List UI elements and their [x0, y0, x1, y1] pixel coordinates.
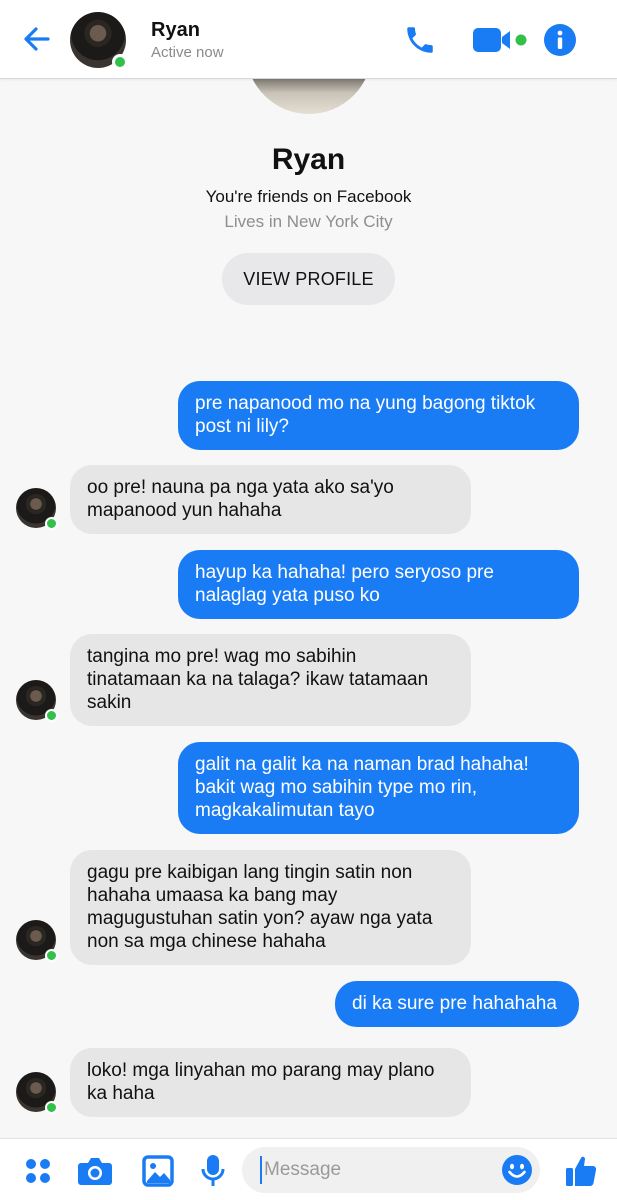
thumbs-up-icon	[566, 1156, 597, 1186]
info-button[interactable]	[540, 20, 580, 60]
sender-avatar[interactable]	[16, 920, 58, 962]
outgoing-message[interactable]: galit na galit ka na naman brad hahaha! …	[178, 742, 579, 834]
video-camera-icon	[473, 28, 527, 52]
video-call-button[interactable]	[470, 20, 530, 60]
contact-name[interactable]: Ryan	[151, 19, 200, 42]
composer-bar	[0, 1138, 617, 1200]
microphone-icon	[201, 1155, 225, 1186]
apps-button[interactable]	[19, 1152, 57, 1190]
sender-avatar[interactable]	[16, 488, 58, 530]
location-text: Lives in New York City	[224, 212, 393, 231]
sender-avatar[interactable]	[16, 680, 58, 722]
emoji-button[interactable]	[498, 1151, 536, 1189]
gallery-button[interactable]	[139, 1152, 177, 1190]
back-arrow-icon	[24, 27, 50, 51]
online-status-dot	[45, 517, 58, 530]
online-status-dot	[45, 949, 58, 962]
like-button[interactable]	[562, 1152, 600, 1190]
message-input[interactable]	[260, 1156, 490, 1184]
image-icon	[142, 1155, 174, 1187]
outgoing-message[interactable]: pre napanood mo na yung bagong tiktok po…	[178, 381, 579, 450]
info-icon	[544, 24, 576, 56]
outgoing-message[interactable]: hayup ka hahaha! pero seryoso pre nalagl…	[178, 550, 579, 619]
phone-icon	[407, 27, 433, 53]
active-status: Active now	[151, 44, 224, 61]
friends-status-text: You're friends on Facebook	[205, 187, 412, 206]
camera-button[interactable]	[76, 1152, 114, 1190]
contact-avatar[interactable]	[70, 12, 128, 70]
incoming-message[interactable]: tangina mo pre! wag mo sabihin tinatamaa…	[70, 634, 471, 726]
apps-grid-icon	[26, 1159, 50, 1183]
view-profile-button[interactable]: VIEW PROFILE	[222, 253, 395, 305]
message-composer	[242, 1147, 540, 1193]
sender-avatar[interactable]	[16, 1072, 58, 1114]
online-status-dot	[45, 709, 58, 722]
online-status-dot	[45, 1101, 58, 1114]
conversation-header: Ryan Active now	[0, 0, 617, 79]
outgoing-message[interactable]: di ka sure pre hahahaha	[335, 981, 579, 1027]
back-button[interactable]	[20, 22, 54, 56]
profile-name: Ryan	[271, 143, 346, 176]
call-button[interactable]	[400, 20, 440, 60]
incoming-message[interactable]: oo pre! nauna pa nga yata ako sa'yo mapa…	[70, 465, 471, 534]
voice-button[interactable]	[194, 1152, 232, 1190]
incoming-message[interactable]: loko! mga linyahan mo parang may plano k…	[70, 1048, 471, 1117]
incoming-message[interactable]: gagu pre kaibigan lang tingin satin non …	[70, 850, 471, 965]
online-status-dot	[112, 54, 128, 70]
camera-icon	[78, 1158, 112, 1185]
emoji-icon	[502, 1155, 532, 1185]
